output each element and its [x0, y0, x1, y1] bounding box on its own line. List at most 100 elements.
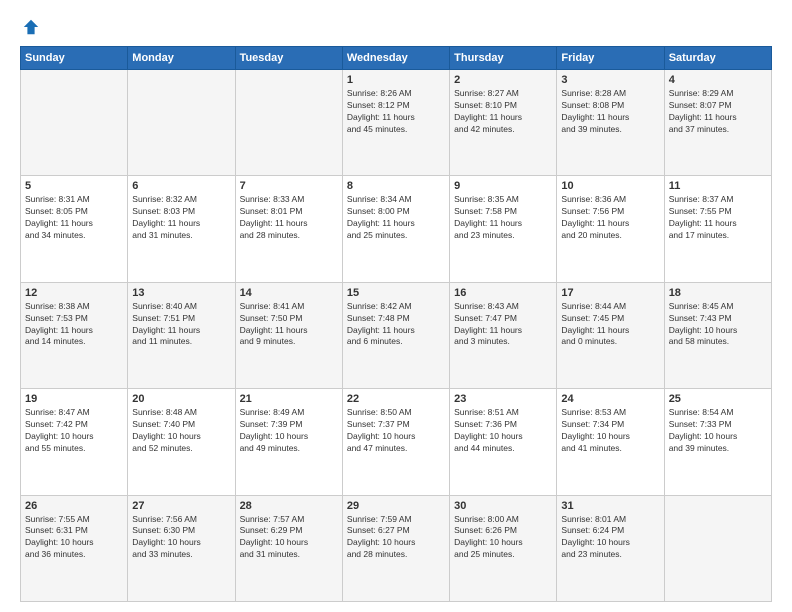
day-info: Sunrise: 8:40 AM Sunset: 7:51 PM Dayligh…: [132, 301, 230, 349]
day-number: 23: [454, 393, 552, 405]
logo-icon: [22, 18, 40, 36]
day-number: 22: [347, 393, 445, 405]
calendar-table: SundayMondayTuesdayWednesdayThursdayFrid…: [20, 46, 772, 602]
day-number: 7: [240, 180, 338, 192]
calendar-cell: 4 Sunrise: 8:29 AM Sunset: 8:07 PM Daylig…: [664, 70, 771, 176]
calendar-cell: 13 Sunrise: 8:40 AM Sunset: 7:51 PM Dayli…: [128, 282, 235, 388]
calendar-cell: 21 Sunrise: 8:49 AM Sunset: 7:39 PM Dayli…: [235, 389, 342, 495]
day-info: Sunrise: 8:47 AM Sunset: 7:42 PM Dayligh…: [25, 407, 123, 455]
day-info: Sunrise: 8:31 AM Sunset: 8:05 PM Dayligh…: [25, 194, 123, 242]
calendar-cell: 28 Sunrise: 7:57 AM Sunset: 6:29 PM Dayli…: [235, 495, 342, 601]
day-number: 24: [561, 393, 659, 405]
logo: [20, 16, 40, 36]
day-number: 3: [561, 74, 659, 86]
calendar-cell: 31 Sunrise: 8:01 AM Sunset: 6:24 PM Dayli…: [557, 495, 664, 601]
calendar-cell: 19 Sunrise: 8:47 AM Sunset: 7:42 PM Dayli…: [21, 389, 128, 495]
calendar-cell: 12 Sunrise: 8:38 AM Sunset: 7:53 PM Dayli…: [21, 282, 128, 388]
day-info: Sunrise: 8:44 AM Sunset: 7:45 PM Dayligh…: [561, 301, 659, 349]
weekday-header: Monday: [128, 47, 235, 70]
day-info: Sunrise: 8:45 AM Sunset: 7:43 PM Dayligh…: [669, 301, 767, 349]
calendar-cell: 2 Sunrise: 8:27 AM Sunset: 8:10 PM Daylig…: [450, 70, 557, 176]
day-number: 16: [454, 287, 552, 299]
calendar-cell: 5 Sunrise: 8:31 AM Sunset: 8:05 PM Daylig…: [21, 176, 128, 282]
weekday-header: Saturday: [664, 47, 771, 70]
calendar-cell: 20 Sunrise: 8:48 AM Sunset: 7:40 PM Dayli…: [128, 389, 235, 495]
day-number: 21: [240, 393, 338, 405]
calendar-cell: 1 Sunrise: 8:26 AM Sunset: 8:12 PM Daylig…: [342, 70, 449, 176]
day-number: 5: [25, 180, 123, 192]
day-number: 18: [669, 287, 767, 299]
weekday-header: Friday: [557, 47, 664, 70]
day-number: 6: [132, 180, 230, 192]
day-info: Sunrise: 8:49 AM Sunset: 7:39 PM Dayligh…: [240, 407, 338, 455]
day-info: Sunrise: 8:42 AM Sunset: 7:48 PM Dayligh…: [347, 301, 445, 349]
day-info: Sunrise: 8:38 AM Sunset: 7:53 PM Dayligh…: [25, 301, 123, 349]
day-info: Sunrise: 8:50 AM Sunset: 7:37 PM Dayligh…: [347, 407, 445, 455]
day-number: 11: [669, 180, 767, 192]
day-info: Sunrise: 8:29 AM Sunset: 8:07 PM Dayligh…: [669, 88, 767, 136]
day-info: Sunrise: 8:33 AM Sunset: 8:01 PM Dayligh…: [240, 194, 338, 242]
day-number: 13: [132, 287, 230, 299]
day-number: 4: [669, 74, 767, 86]
day-info: Sunrise: 8:43 AM Sunset: 7:47 PM Dayligh…: [454, 301, 552, 349]
page: SundayMondayTuesdayWednesdayThursdayFrid…: [0, 0, 792, 612]
day-info: Sunrise: 7:57 AM Sunset: 6:29 PM Dayligh…: [240, 514, 338, 562]
calendar-cell: 8Sunrise: 8:34 AM Sunset: 8:00 PM Daylig…: [342, 176, 449, 282]
day-info: Sunrise: 8:54 AM Sunset: 7:33 PM Dayligh…: [669, 407, 767, 455]
calendar-cell: 24 Sunrise: 8:53 AM Sunset: 7:34 PM Dayli…: [557, 389, 664, 495]
calendar-cell: 16 Sunrise: 8:43 AM Sunset: 7:47 PM Dayli…: [450, 282, 557, 388]
day-number: 26: [25, 500, 123, 512]
calendar-cell: 22 Sunrise: 8:50 AM Sunset: 7:37 PM Dayli…: [342, 389, 449, 495]
day-number: 28: [240, 500, 338, 512]
day-info: Sunrise: 8:01 AM Sunset: 6:24 PM Dayligh…: [561, 514, 659, 562]
weekday-header: Thursday: [450, 47, 557, 70]
calendar-cell: 7 Sunrise: 8:33 AM Sunset: 8:01 PM Daylig…: [235, 176, 342, 282]
day-number: 19: [25, 393, 123, 405]
weekday-header: Wednesday: [342, 47, 449, 70]
day-info: Sunrise: 8:41 AM Sunset: 7:50 PM Dayligh…: [240, 301, 338, 349]
day-number: 2: [454, 74, 552, 86]
day-info: Sunrise: 8:27 AM Sunset: 8:10 PM Dayligh…: [454, 88, 552, 136]
day-info: Sunrise: 8:00 AM Sunset: 6:26 PM Dayligh…: [454, 514, 552, 562]
calendar-cell: 3 Sunrise: 8:28 AM Sunset: 8:08 PM Daylig…: [557, 70, 664, 176]
day-info: Sunrise: 8:53 AM Sunset: 7:34 PM Dayligh…: [561, 407, 659, 455]
day-number: 20: [132, 393, 230, 405]
calendar-week-row: 5 Sunrise: 8:31 AM Sunset: 8:05 PM Daylig…: [21, 176, 772, 282]
day-info: Sunrise: 8:35 AM Sunset: 7:58 PM Dayligh…: [454, 194, 552, 242]
day-number: 29: [347, 500, 445, 512]
calendar-cell: 27Sunrise: 7:56 AM Sunset: 6:30 PM Dayli…: [128, 495, 235, 601]
calendar-week-row: 26 Sunrise: 7:55 AM Sunset: 6:31 PM Dayli…: [21, 495, 772, 601]
calendar-cell: 11 Sunrise: 8:37 AM Sunset: 7:55 PM Dayli…: [664, 176, 771, 282]
calendar-cell: 23Sunrise: 8:51 AM Sunset: 7:36 PM Dayli…: [450, 389, 557, 495]
calendar-cell: 29 Sunrise: 7:59 AM Sunset: 6:27 PM Dayli…: [342, 495, 449, 601]
calendar-week-row: 1 Sunrise: 8:26 AM Sunset: 8:12 PM Daylig…: [21, 70, 772, 176]
calendar-week-row: 19 Sunrise: 8:47 AM Sunset: 7:42 PM Dayli…: [21, 389, 772, 495]
calendar-cell: 15 Sunrise: 8:42 AM Sunset: 7:48 PM Dayli…: [342, 282, 449, 388]
day-number: 30: [454, 500, 552, 512]
day-number: 15: [347, 287, 445, 299]
day-number: 31: [561, 500, 659, 512]
calendar-week-row: 12 Sunrise: 8:38 AM Sunset: 7:53 PM Dayli…: [21, 282, 772, 388]
day-info: Sunrise: 8:36 AM Sunset: 7:56 PM Dayligh…: [561, 194, 659, 242]
day-number: 1: [347, 74, 445, 86]
calendar-cell: 6Sunrise: 8:32 AM Sunset: 8:03 PM Daylig…: [128, 176, 235, 282]
day-number: 12: [25, 287, 123, 299]
calendar-cell: [235, 70, 342, 176]
calendar-cell: 26 Sunrise: 7:55 AM Sunset: 6:31 PM Dayli…: [21, 495, 128, 601]
day-info: Sunrise: 7:55 AM Sunset: 6:31 PM Dayligh…: [25, 514, 123, 562]
day-info: Sunrise: 8:26 AM Sunset: 8:12 PM Dayligh…: [347, 88, 445, 136]
calendar-cell: 18 Sunrise: 8:45 AM Sunset: 7:43 PM Dayli…: [664, 282, 771, 388]
day-info: Sunrise: 8:48 AM Sunset: 7:40 PM Dayligh…: [132, 407, 230, 455]
weekday-header: Tuesday: [235, 47, 342, 70]
calendar-cell: 30 Sunrise: 8:00 AM Sunset: 6:26 PM Dayli…: [450, 495, 557, 601]
day-number: 9: [454, 180, 552, 192]
day-info: Sunrise: 8:28 AM Sunset: 8:08 PM Dayligh…: [561, 88, 659, 136]
day-number: 17: [561, 287, 659, 299]
day-number: 8: [347, 180, 445, 192]
day-number: 14: [240, 287, 338, 299]
day-number: 10: [561, 180, 659, 192]
day-info: Sunrise: 8:37 AM Sunset: 7:55 PM Dayligh…: [669, 194, 767, 242]
header: [20, 16, 772, 36]
calendar-cell: 17 Sunrise: 8:44 AM Sunset: 7:45 PM Dayli…: [557, 282, 664, 388]
day-info: Sunrise: 7:59 AM Sunset: 6:27 PM Dayligh…: [347, 514, 445, 562]
